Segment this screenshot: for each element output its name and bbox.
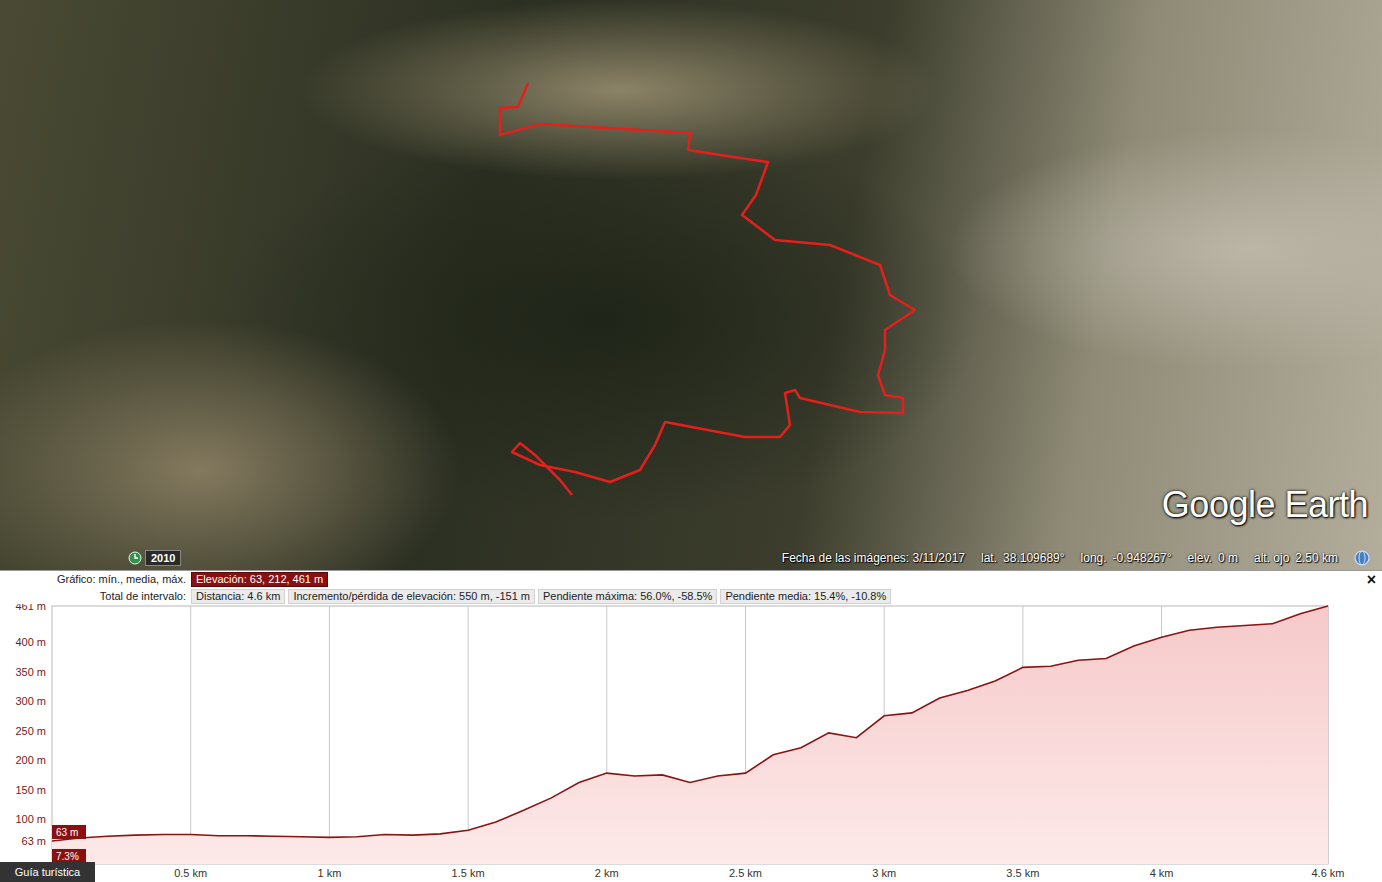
grid-line bbox=[468, 606, 469, 864]
x-tick-label: 2.5 km bbox=[729, 867, 762, 879]
x-tick-label: 2 km bbox=[595, 867, 619, 879]
status-item: Fecha de las imágenes: 3/11/2017 bbox=[782, 551, 965, 565]
graph-row: Gráfico: mín., media, máx.Elevación: 63,… bbox=[0, 572, 1382, 587]
range-row: Total de intervalo:Distancia: 4.6 kmIncr… bbox=[0, 589, 1382, 604]
x-tick-label: 4.6 km bbox=[1311, 867, 1344, 879]
x-tick-label: 0.5 km bbox=[174, 867, 207, 879]
svg-text:7.3%: 7.3% bbox=[56, 851, 79, 862]
status-label: lat. bbox=[981, 551, 997, 565]
cursor-elevation-badge: 63 m bbox=[52, 825, 86, 839]
elevation-profile: ×Gráfico: mín., media, máx.Elevación: 63… bbox=[0, 570, 1382, 882]
map-status-bar: Fecha de las imágenes: 3/11/2017 lat. 38.1… bbox=[782, 550, 1370, 566]
status-value: 38.109689° bbox=[1003, 551, 1065, 565]
profile-stats: Gráfico: mín., media, máx.Elevación: 63,… bbox=[0, 571, 1382, 604]
clock-icon bbox=[128, 551, 142, 565]
y-tick-label: 100 m bbox=[15, 813, 46, 825]
status-label: long. bbox=[1081, 551, 1107, 565]
y-tick-label: 461 m bbox=[15, 604, 46, 612]
status-label: Fecha de las imágenes: 3/11/2017 bbox=[782, 551, 965, 565]
status-value: 2.50 km bbox=[1295, 551, 1338, 565]
satellite-map[interactable]: Google Earth 2010 Fecha de las imágenes: 3… bbox=[0, 0, 1382, 570]
grid-line bbox=[329, 606, 330, 864]
timeline-year: 2010 bbox=[145, 550, 181, 566]
status-item: elev. 0 m bbox=[1187, 551, 1237, 565]
y-tick-label: 400 m bbox=[15, 636, 46, 648]
x-tick-label: 3.5 km bbox=[1006, 867, 1039, 879]
y-tick-label: 150 m bbox=[15, 784, 46, 796]
y-tick-label: 350 m bbox=[15, 666, 46, 678]
graph-selector[interactable]: Elevación: 63, 212, 461 m bbox=[191, 572, 328, 587]
grid-line bbox=[190, 606, 191, 864]
range-label: Total de intervalo: bbox=[0, 589, 188, 604]
elevation-line bbox=[52, 606, 1328, 841]
x-tick-label: 3 km bbox=[872, 867, 896, 879]
close-button[interactable]: × bbox=[1365, 572, 1378, 588]
stat-field: Incremento/pérdida de elevación: 550 m, … bbox=[288, 589, 535, 604]
y-tick-label: 250 m bbox=[15, 725, 46, 737]
status-value: -0.948267° bbox=[1113, 551, 1172, 565]
x-tick-label: 4 km bbox=[1150, 867, 1174, 879]
y-tick-label: 200 m bbox=[15, 754, 46, 766]
stat-field: Pendiente media: 15.4%, -10.8% bbox=[720, 589, 891, 604]
y-tick-label: 300 m bbox=[15, 695, 46, 707]
stat-field: Distancia: 4.6 km bbox=[191, 589, 285, 604]
svg-text:63 m: 63 m bbox=[56, 827, 78, 838]
historical-imagery[interactable]: 2010 bbox=[128, 550, 181, 566]
route-path[interactable] bbox=[500, 83, 915, 495]
x-tick-label: 1.5 km bbox=[452, 867, 485, 879]
y-tick-label: 63 m bbox=[22, 835, 46, 847]
tour-guide-button[interactable]: Guía turística bbox=[0, 862, 95, 882]
status-label: elev. bbox=[1187, 551, 1211, 565]
status-label: alt. ojo bbox=[1254, 551, 1289, 565]
status-item: lat. 38.109689° bbox=[981, 551, 1065, 565]
graph-label: Gráfico: mín., media, máx. bbox=[0, 572, 188, 587]
elevation-area bbox=[52, 606, 1328, 864]
globe-icon[interactable] bbox=[1354, 550, 1370, 566]
stat-field: Pendiente máxima: 56.0%, -58.5% bbox=[538, 589, 717, 604]
x-tick-label: 1 km bbox=[317, 867, 341, 879]
status-item: alt. ojo 2.50 km bbox=[1254, 551, 1338, 565]
plot-area bbox=[52, 606, 1328, 864]
google-earth-logo: Google Earth bbox=[1162, 484, 1368, 526]
cursor-slope-badge: 7.3% bbox=[52, 849, 86, 863]
google-earth-window: Google Earth 2010 Fecha de las imágenes: 3… bbox=[0, 0, 1382, 882]
elevation-chart[interactable]: 461 m 400 m 350 m 300 m 250 m 200 m 150 m 100 m… bbox=[0, 604, 1382, 882]
status-item: long. -0.948267° bbox=[1081, 551, 1172, 565]
status-value: 0 m bbox=[1218, 551, 1238, 565]
